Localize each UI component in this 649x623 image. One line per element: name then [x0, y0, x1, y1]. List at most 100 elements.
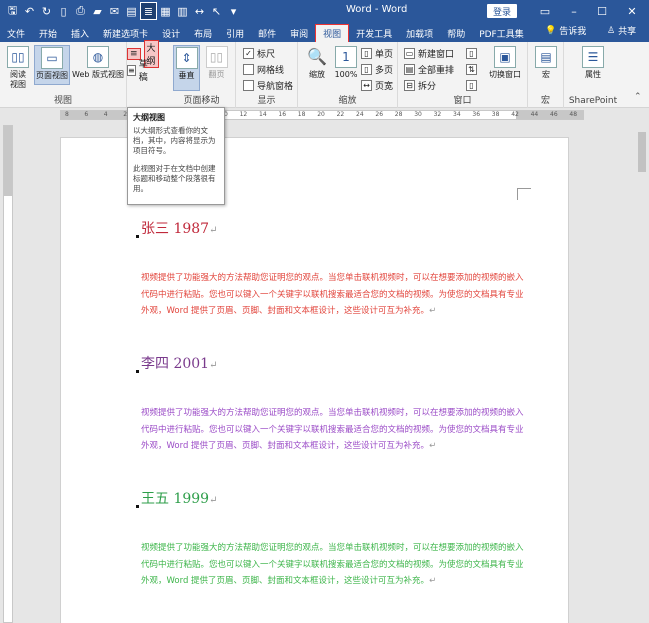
draft-icon[interactable]: ▤	[123, 2, 140, 20]
ruler-tick: 16	[278, 111, 287, 118]
mail-icon[interactable]: ✉	[106, 2, 123, 20]
outline-view-tooltip: 大纲视图 以大纲形式查看你的文档，其中，内容将显示为项目符号。 此视图对于在文档…	[127, 107, 225, 205]
web-layout-button[interactable]: ◍ Web 版式视图	[71, 46, 125, 80]
tab-12[interactable]: 帮助	[440, 24, 472, 42]
ruler-tick: 18	[297, 111, 306, 118]
print-preview-icon[interactable]: ⎙	[72, 2, 89, 20]
macros-group: ▤ 宏 宏	[528, 42, 564, 108]
tab-4[interactable]: 设计	[155, 24, 187, 42]
columns-icon[interactable]: ▥	[174, 2, 191, 20]
vertical-scroll-icon: ⇕	[175, 47, 198, 69]
show-group: ✓ 标尺 网格线 导航窗格 显示	[236, 42, 298, 108]
share-button[interactable]: ♙ 共享	[607, 24, 636, 38]
one-page-icon: ▯	[361, 47, 372, 59]
ruler-tick: 28	[394, 111, 403, 118]
switch-window-button[interactable]: ▣ 切换窗口	[484, 46, 526, 80]
new-doc-icon[interactable]: ▯	[55, 2, 72, 20]
heading-bullet	[136, 235, 139, 238]
ruler-row: 8642246810121416182022242628303234363842…	[0, 108, 649, 122]
open-folder-icon[interactable]: ▰	[89, 2, 106, 20]
ruler-tick: 8	[65, 111, 69, 118]
views-group: ▯▯ 阅读 视图 ▭ 页面视图 ◍ Web 版式视图 ≡ 大纲 ≡ 草稿 视图	[0, 40, 159, 108]
vertical-button[interactable]: ⇕ 垂直	[173, 45, 200, 91]
properties-button[interactable]: ☰ 属性	[578, 46, 608, 80]
tab-11[interactable]: 加载项	[399, 24, 440, 42]
section-heading[interactable]: 李四 2001↵	[141, 353, 217, 373]
macros-button[interactable]: ▤ 宏	[532, 46, 560, 80]
section-body[interactable]: 视频提供了功能强大的方法帮助您证明您的观点。当您单击联机视频时，可以在想要添加的…	[141, 540, 525, 590]
save-icon[interactable]: 🖫	[4, 2, 21, 20]
print-layout-button[interactable]: ▭ 页面视图	[34, 45, 70, 85]
maximize-icon[interactable]: ☐	[588, 0, 616, 22]
reset-window-icon[interactable]: ▯	[466, 78, 477, 92]
view-side-by-side-icon[interactable]: ▯	[466, 46, 477, 60]
page-movement-group: ⇕ 垂直 ▯▯ 翻页 页面移动	[168, 42, 236, 108]
tab-7[interactable]: 邮件	[251, 24, 283, 42]
checkbox-checked-icon: ✓	[243, 47, 254, 59]
ruler-tick: 38	[491, 111, 500, 118]
customize-qat-icon[interactable]: ▾	[225, 2, 242, 20]
select-cursor-icon[interactable]: ↖	[208, 2, 225, 20]
print-layout-icon: ▭	[41, 47, 63, 69]
tab-2[interactable]: 插入	[64, 24, 96, 42]
ruler-tick: 44	[530, 111, 539, 118]
collapse-ribbon-icon[interactable]: ⌃	[634, 92, 642, 102]
zoom-group-label: 缩放	[338, 96, 357, 106]
multi-page-button[interactable]: ▯ 多页	[361, 62, 393, 76]
page-width-button[interactable]: ↔ 页宽	[361, 78, 393, 92]
section-body[interactable]: 视频提供了功能强大的方法帮助您证明您的观点。当您单击联机视频时，可以在想要添加的…	[141, 270, 525, 320]
layout-icon[interactable]: ▦	[157, 2, 174, 20]
login-button[interactable]: 登录	[487, 4, 517, 18]
outline-view-icon[interactable]: ≣	[140, 2, 157, 20]
spacing-icon[interactable]: ↔	[191, 2, 208, 20]
ribbon-display-options-icon[interactable]: ▭	[531, 0, 559, 22]
arrange-all-button[interactable]: ▤ 全部重排	[404, 62, 454, 76]
tab-6[interactable]: 引用	[219, 24, 251, 42]
one-page-button[interactable]: ▯ 单页	[361, 46, 393, 60]
section-heading[interactable]: 王五 1999↵	[141, 488, 217, 508]
undo-icon[interactable]: ↶	[21, 2, 38, 20]
window-group-label: 窗口	[453, 96, 472, 106]
tooltip-text-1: 以大纲形式查看你的文档，其中，内容将显示为项目符号。	[133, 126, 216, 155]
title-bar: 🖫 ↶ ↻ ▯ ⎙ ▰ ✉ ▤ ≣ ▦ ▥ ↔ ↖ ▾ Word - Word …	[0, 0, 649, 22]
read-mode-icon: ▯▯	[7, 46, 29, 68]
zoom-button[interactable]: 🔍 缩放	[303, 46, 331, 80]
section-body[interactable]: 视频提供了功能强大的方法帮助您证明您的观点。当您单击联机视频时，可以在想要添加的…	[141, 405, 525, 455]
vertical-scrollbar[interactable]	[635, 122, 649, 623]
zoom-100-button[interactable]: 1 100%	[332, 46, 360, 80]
lightbulb-icon: 💡	[545, 25, 557, 36]
ruler-tick: 4	[103, 111, 108, 118]
tab-10[interactable]: 开发工具	[349, 24, 399, 42]
tab-9[interactable]: 视图	[315, 24, 350, 42]
tab-5[interactable]: 布局	[187, 24, 219, 42]
draft-button[interactable]: ≡ 草稿	[127, 60, 150, 83]
globe-icon: ◍	[87, 46, 109, 68]
nav-pane-checkbox[interactable]: 导航窗格	[243, 78, 293, 92]
tab-0[interactable]: 文件	[0, 24, 32, 42]
redo-icon[interactable]: ↻	[38, 2, 55, 20]
tell-me[interactable]: 💡 告诉我	[545, 24, 586, 38]
gridlines-checkbox[interactable]: 网格线	[243, 62, 284, 76]
section-heading[interactable]: 张三 1987↵	[141, 218, 217, 238]
properties-icon: ☰	[582, 46, 604, 68]
minimize-icon[interactable]: –	[560, 0, 588, 22]
tab-13[interactable]: PDF工具集	[472, 24, 531, 42]
new-window-button[interactable]: ▭ 新建窗口	[404, 46, 454, 60]
draft-icon: ≡	[127, 64, 136, 76]
read-mode-button[interactable]: ▯▯ 阅读 视图	[3, 46, 33, 90]
split-button[interactable]: ⊟ 拆分	[404, 78, 436, 92]
document-page[interactable]: 张三 1987↵ 视频提供了功能强大的方法帮助您证明您的观点。当您单击联机视频时，…	[60, 137, 569, 623]
tooltip-text-2: 此视图对于在文档中创建标题和移动整个段落很有用。	[133, 164, 216, 193]
show-group-label: 显示	[257, 96, 276, 106]
vertical-ruler[interactable]	[3, 125, 13, 623]
macros-group-label: 宏	[540, 96, 550, 106]
sync-scroll-icon[interactable]: ⇅	[466, 62, 477, 76]
side-to-side-button[interactable]: ▯▯ 翻页	[203, 46, 230, 80]
tab-8[interactable]: 审阅	[283, 24, 315, 42]
tab-1[interactable]: 开始	[32, 24, 64, 42]
ruler-checkbox[interactable]: ✓ 标尺	[243, 46, 275, 60]
ruler-tick: 20	[317, 111, 325, 118]
close-icon[interactable]: ✕	[618, 0, 646, 22]
ruler-tick: 42	[511, 111, 519, 118]
scrollbar-thumb[interactable]	[638, 132, 646, 172]
